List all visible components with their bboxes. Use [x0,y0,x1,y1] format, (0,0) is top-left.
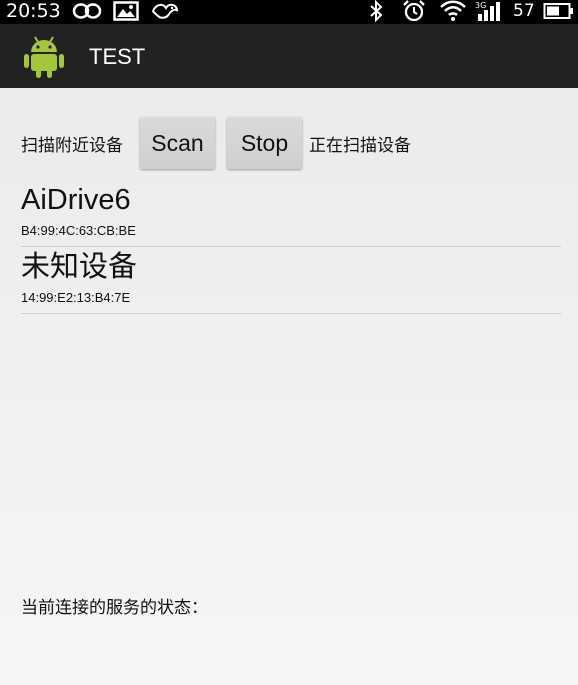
signal-3g-icon: 3G [474,0,504,22]
status-time: 20:53 [6,0,61,22]
device-address: 14:99:E2:13:B4:7E [21,290,131,305]
bluetooth-icon [366,0,386,22]
scan-nearby-label: 扫描附近设备 [21,136,123,156]
scan-button[interactable]: Scan [140,117,215,169]
wifi-icon [439,0,467,22]
stop-button[interactable]: Stop [227,117,302,169]
battery-level: 57 [513,1,535,21]
battery-icon [543,0,575,22]
alarm-clock-icon [401,0,427,22]
device-list: AiDrive6 B4:99:4C:63:CB:BE 未知设备 14:99:E2… [21,180,561,314]
action-bar: TEST [0,24,578,88]
device-name: AiDrive6 [21,184,131,216]
svg-text:3G: 3G [475,1,486,10]
service-state-label: 当前连接的服务的状态： [21,598,208,618]
device-address: B4:99:4C:63:CB:BE [21,223,136,238]
android-icon[interactable] [22,34,66,80]
device-list-item[interactable]: AiDrive6 B4:99:4C:63:CB:BE [21,180,561,247]
scan-status-text: 正在扫描设备 [309,136,411,156]
device-list-item[interactable]: 未知设备 14:99:E2:13:B4:7E [21,247,561,314]
status-bar: 20:53 3G 57 [0,0,578,24]
device-name: 未知设备 [21,251,138,283]
image-icon [113,0,139,22]
infinity-icon [72,0,102,22]
main-content: 扫描附近设备 Scan Stop 正在扫描设备 AiDrive6 B4:99:4… [0,88,578,685]
app-title: TEST [89,44,146,69]
notification-bird-icon [150,0,180,22]
